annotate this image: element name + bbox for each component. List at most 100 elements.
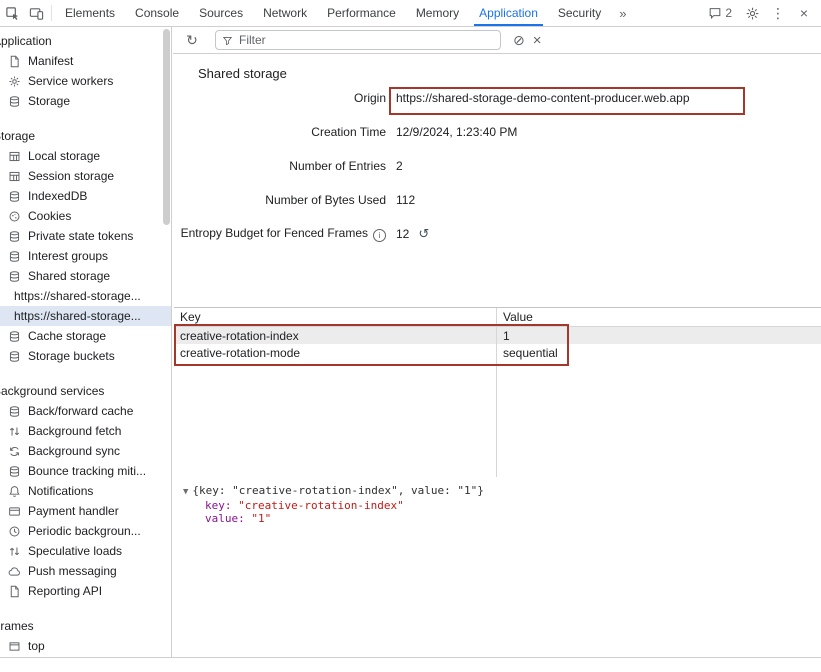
tabbar-separator bbox=[51, 5, 52, 21]
tab-elements[interactable]: Elements bbox=[55, 0, 125, 26]
entry-preview-pane: ▼ {key: "creative-rotation-index", value:… bbox=[174, 477, 821, 658]
sidebar-item-storage-buckets[interactable]: Storage buckets bbox=[0, 346, 171, 366]
metadata-row-entropy-budget: Entropy Budget for Fenced Frames i 12 ↺ bbox=[173, 217, 821, 251]
sidebar-item-session-storage[interactable]: Session storage bbox=[0, 166, 171, 186]
preview-header-text: {key: "creative-rotation-index", value: … bbox=[192, 484, 483, 497]
tab-memory[interactable]: Memory bbox=[406, 0, 469, 26]
tab-application[interactable]: Application bbox=[469, 0, 548, 26]
sidebar-item-cache-storage[interactable]: Cache storage bbox=[0, 326, 171, 346]
tab-performance[interactable]: Performance bbox=[317, 0, 406, 26]
sidebar-item-shared-storage-origin-2[interactable]: https://shared-storage... bbox=[0, 306, 171, 326]
toolbar-actions: ⊘ × bbox=[513, 32, 542, 49]
database-icon bbox=[8, 230, 21, 243]
database-icon bbox=[8, 95, 21, 108]
section-title-frames: Frames bbox=[0, 616, 171, 636]
database-icon bbox=[8, 350, 21, 363]
cell-key: creative-rotation-index bbox=[174, 329, 496, 343]
metadata-row-bytes-used: Number of Bytes Used 112 bbox=[173, 183, 821, 217]
sidebar-item-interest-groups[interactable]: Interest groups bbox=[0, 246, 171, 266]
info-icon[interactable]: i bbox=[373, 229, 386, 242]
sidebar-item-storage[interactable]: Storage bbox=[0, 91, 171, 111]
close-icon: × bbox=[800, 5, 808, 21]
column-divider[interactable] bbox=[496, 308, 497, 478]
cell-value: 1 bbox=[496, 329, 510, 343]
delete-selected-button[interactable]: × bbox=[533, 32, 542, 49]
section-title-background-services: Background services bbox=[0, 381, 171, 401]
sidebar-item-top-frame[interactable]: top bbox=[0, 636, 171, 656]
devtools-tabbar: Elements Console Sources Network Perform… bbox=[0, 0, 821, 27]
property-value: "1" bbox=[251, 512, 271, 525]
sidebar-section-frames: Frames top bbox=[0, 616, 171, 656]
database-icon bbox=[8, 190, 21, 203]
issues-counter-button[interactable]: 2 bbox=[701, 6, 739, 20]
column-header-value[interactable]: Value bbox=[496, 310, 533, 324]
sidebar-item-push-messaging[interactable]: Push messaging bbox=[0, 561, 171, 581]
entropy-budget-label: Entropy Budget for Fenced Frames i bbox=[173, 226, 386, 242]
settings-button[interactable] bbox=[739, 6, 765, 21]
sidebar-item-label: Local storage bbox=[28, 149, 100, 163]
tab-security[interactable]: Security bbox=[548, 0, 611, 26]
three-dots-icon: ⋮ bbox=[771, 5, 785, 22]
column-header-key[interactable]: Key bbox=[174, 310, 496, 324]
more-tabs-button[interactable]: » bbox=[611, 0, 634, 26]
sidebar-item-label: Bounce tracking miti... bbox=[28, 464, 146, 478]
sidebar-item-notifications[interactable]: Notifications bbox=[0, 481, 171, 501]
section-title-storage: Storage bbox=[0, 126, 171, 146]
sidebar-item-cookies[interactable]: Cookies bbox=[0, 206, 171, 226]
sidebar-item-indexeddb[interactable]: IndexedDB bbox=[0, 186, 171, 206]
device-toolbar-button[interactable] bbox=[24, 0, 48, 26]
cloud-icon bbox=[8, 565, 21, 578]
sidebar-item-back-forward-cache[interactable]: Back/forward cache bbox=[0, 401, 171, 421]
sidebar-item-label: Shared storage bbox=[28, 269, 110, 283]
sidebar-section-storage: Storage Local storage Session storage In… bbox=[0, 126, 171, 366]
tab-sources[interactable]: Sources bbox=[189, 0, 253, 26]
sidebar-item-reporting-api[interactable]: Reporting API bbox=[0, 581, 171, 601]
devtools-menu-button[interactable]: ⋮ bbox=[765, 5, 791, 22]
metadata-section: Origin https://shared-storage-demo-conte… bbox=[173, 81, 821, 251]
sidebar-item-private-state-tokens[interactable]: Private state tokens bbox=[0, 226, 171, 246]
sidebar-item-label: Background sync bbox=[28, 444, 120, 458]
sidebar-scrollbar[interactable] bbox=[163, 29, 170, 225]
clear-all-button[interactable]: ⊘ bbox=[513, 32, 525, 49]
reset-budget-icon[interactable]: ↺ bbox=[418, 226, 429, 242]
tab-console[interactable]: Console bbox=[125, 0, 189, 26]
database-icon bbox=[8, 270, 21, 283]
filter-funnel-icon bbox=[222, 35, 233, 46]
refresh-button[interactable]: ↻ bbox=[181, 32, 203, 49]
sidebar-item-speculative-loads[interactable]: Speculative loads bbox=[0, 541, 171, 561]
sidebar-item-label: Background fetch bbox=[28, 424, 121, 438]
close-devtools-button[interactable]: × bbox=[791, 5, 817, 21]
sidebar-item-service-workers[interactable]: Service workers bbox=[0, 71, 171, 91]
sidebar-item-shared-storage[interactable]: Shared storage bbox=[0, 266, 171, 286]
property-name: value: bbox=[205, 512, 245, 525]
inspect-element-button[interactable] bbox=[0, 0, 24, 26]
clock-icon bbox=[8, 525, 21, 538]
issues-count: 2 bbox=[725, 6, 732, 20]
sidebar-item-manifest[interactable]: Manifest bbox=[0, 51, 171, 71]
devtools-window: Elements Console Sources Network Perform… bbox=[0, 0, 821, 672]
sidebar-item-label: Payment handler bbox=[28, 504, 119, 518]
sidebar-item-label: https://shared-storage... bbox=[14, 289, 141, 303]
sidebar-item-bounce-tracking[interactable]: Bounce tracking miti... bbox=[0, 461, 171, 481]
cookie-icon bbox=[8, 210, 21, 223]
sidebar-item-periodic-background-sync[interactable]: Periodic backgroun... bbox=[0, 521, 171, 541]
table-row[interactable]: creative-rotation-index 1 bbox=[174, 327, 821, 344]
sidebar-item-background-fetch[interactable]: Background fetch bbox=[0, 421, 171, 441]
table-row[interactable]: creative-rotation-mode sequential bbox=[174, 344, 821, 361]
filter-input[interactable]: Filter bbox=[215, 30, 501, 50]
entropy-budget-value: 12 ↺ bbox=[396, 226, 429, 242]
application-panel-sidebar: Application Manifest Service workers Sto… bbox=[0, 27, 172, 658]
sidebar-item-shared-storage-origin-1[interactable]: https://shared-storage... bbox=[0, 286, 171, 306]
sidebar-item-background-sync[interactable]: Background sync bbox=[0, 441, 171, 461]
frame-icon bbox=[8, 640, 21, 653]
up-down-arrows-icon bbox=[8, 545, 21, 558]
device-toolbar-icon bbox=[29, 6, 44, 21]
page-title: Shared storage bbox=[198, 66, 821, 81]
sidebar-item-local-storage[interactable]: Local storage bbox=[0, 146, 171, 166]
entropy-budget-label-text: Entropy Budget for Fenced Frames bbox=[181, 226, 368, 240]
sidebar-item-label: Service workers bbox=[28, 74, 113, 88]
database-icon bbox=[8, 465, 21, 478]
sidebar-item-payment-handler[interactable]: Payment handler bbox=[0, 501, 171, 521]
tab-network[interactable]: Network bbox=[253, 0, 317, 26]
expand-triangle-icon[interactable]: ▼ bbox=[183, 487, 188, 497]
